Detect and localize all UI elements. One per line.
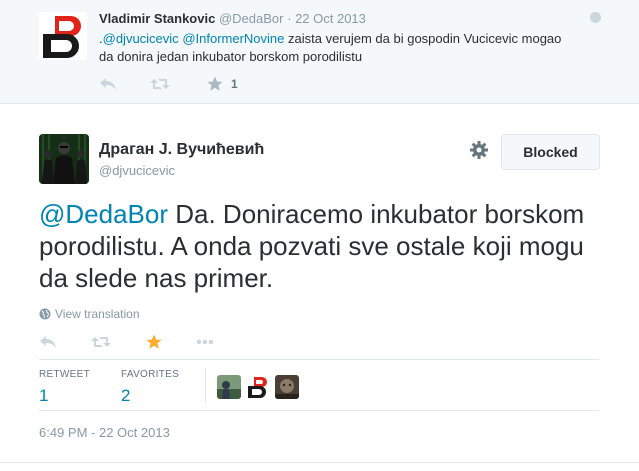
main-more-button[interactable] [196,332,214,352]
parent-avatar[interactable] [39,12,87,60]
main-tweet-text: @DedaBor Da. Doniracemo inkubator borsko… [39,198,599,294]
parent-separator: · [287,11,292,26]
parent-author-name[interactable]: Vladimir Stankovic [99,11,215,26]
stats-separator [205,368,206,402]
parent-tweet[interactable]: Vladimir Stankovic @DedaBor · 22 Oct 201… [0,0,639,104]
unfollow-dot-icon [590,12,601,23]
main-reply-button[interactable] [39,332,57,352]
mention-dedabor[interactable]: @DedaBor [39,199,168,229]
mention-informernovine[interactable]: @InformerNovine [182,31,284,46]
main-author-avatar[interactable] [39,134,89,184]
parent-favorite-count: 1 [231,77,238,91]
gear-icon[interactable] [470,141,488,159]
retweet-icon [150,79,170,89]
main-tweet-timestamp: 6:49 PM - 22 Oct 2013 [39,425,170,440]
globe-icon [39,308,51,320]
parent-timestamp[interactable]: 22 Oct 2013 [295,11,366,26]
retweet-icon [91,337,111,347]
reply-icon [100,78,116,90]
parent-tweet-text: .@djvucicevic @InformerNovine zaista ver… [99,30,569,66]
star-icon [207,76,223,91]
stats-divider-top [39,359,599,360]
favoriter-avatar-2[interactable] [246,375,270,399]
favorites-stat-label: FAVORITES [121,369,180,380]
favoriter-avatar-3[interactable] [275,375,299,399]
main-author-handle[interactable]: @djvucicevic [99,163,175,178]
favorites-stat[interactable]: FAVORITES 2 [121,369,179,406]
parent-reply-button[interactable] [99,74,117,94]
blocked-button[interactable]: Blocked [501,134,600,170]
more-icon [196,339,214,345]
parent-favorite-button[interactable]: 1 [207,74,238,94]
mention-djvucicevic[interactable]: @djvucicevic [103,31,179,46]
favorites-stat-value: 2 [121,386,131,405]
view-translation-label: View translation [55,307,140,321]
retweet-stat-label: RETWEET [39,369,90,380]
bottom-border [0,462,639,463]
main-retweet-button[interactable] [91,332,111,352]
main-favorite-button[interactable] [146,332,162,352]
favoriter-avatar-1[interactable] [217,375,241,399]
main-author-name[interactable]: Драган J. Вучићевић [99,141,264,159]
retweet-stat[interactable]: RETWEET 1 [39,369,90,406]
star-icon [146,334,162,349]
stats-divider-bottom [39,410,599,411]
reply-icon [40,336,56,348]
view-translation-link[interactable]: View translation [39,307,140,321]
parent-header: Vladimir Stankovic @DedaBor · 22 Oct 201… [99,11,366,26]
retweet-stat-value: 1 [39,386,49,405]
parent-retweet-button[interactable] [150,74,170,94]
parent-author-handle[interactable]: @DedaBor [219,11,284,26]
